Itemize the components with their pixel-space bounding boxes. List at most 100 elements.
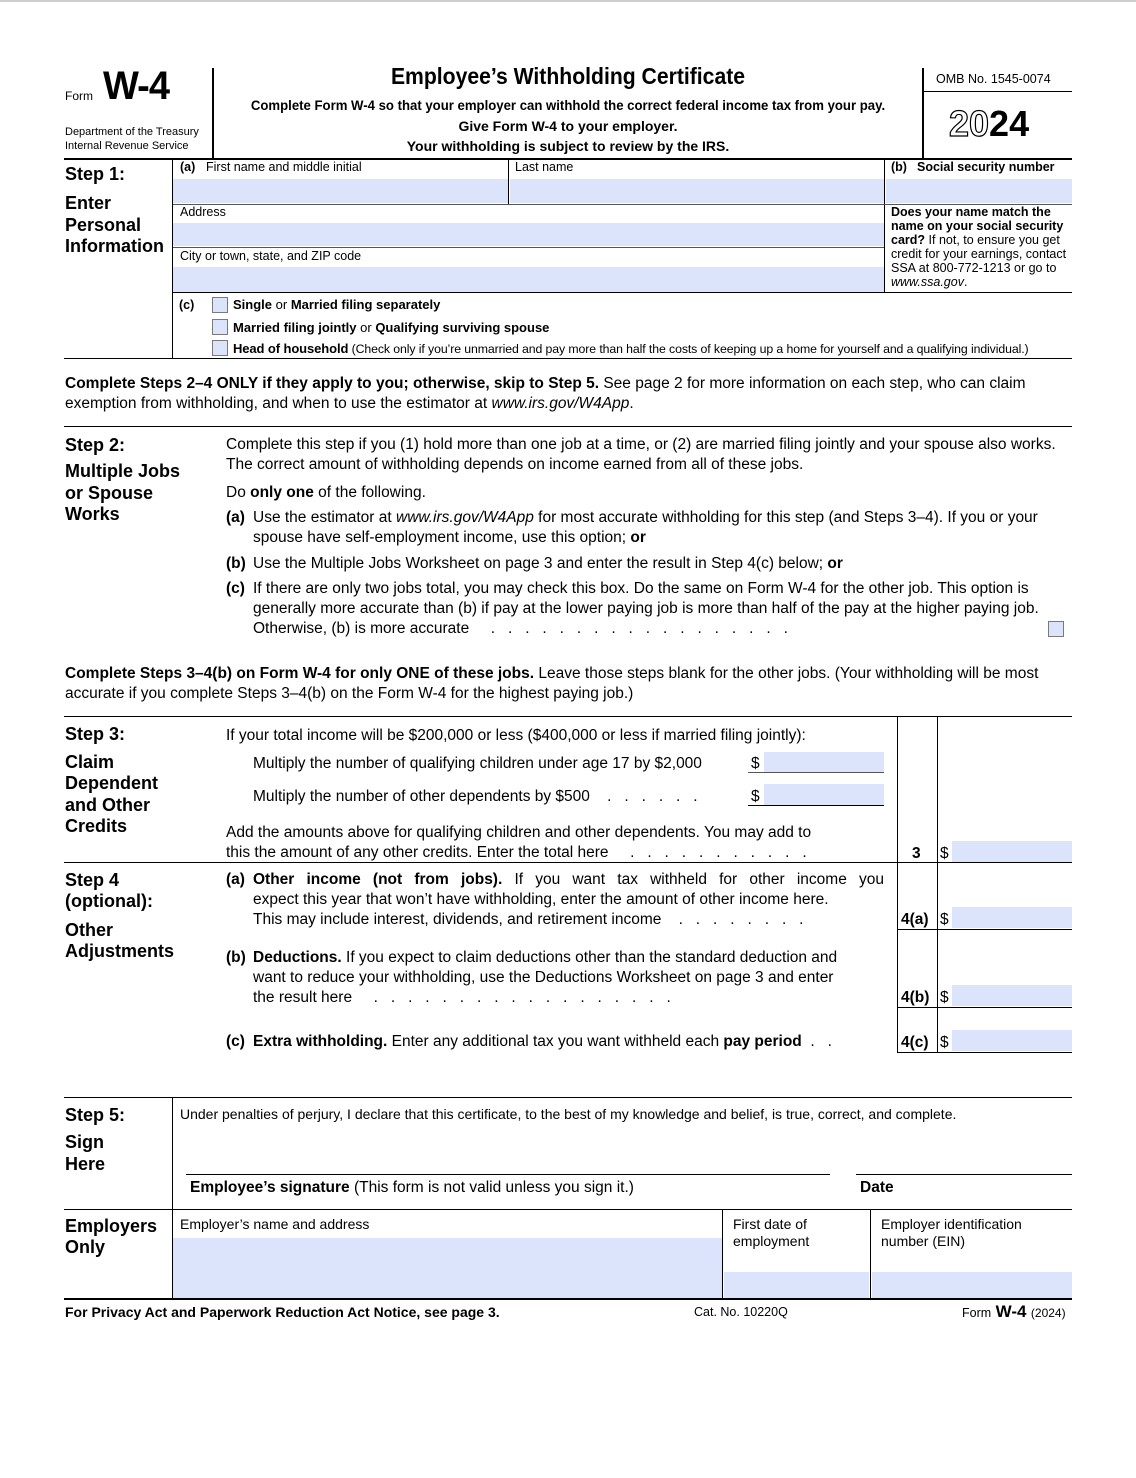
privacy-notice: For Privacy Act and Paperwork Reduction … xyxy=(65,1304,500,1320)
dept-treasury: Department of the Treasury xyxy=(65,126,199,138)
footer-form-id: Form W-4 (2024) xyxy=(962,1302,1066,1321)
form-name: W-4 xyxy=(103,64,170,108)
line-3-number: 3 xyxy=(912,845,921,862)
rule-top-employers xyxy=(64,1209,1072,1210)
step4b-line2: want to reduce your withholding, use the… xyxy=(253,969,834,986)
step3-heading: Step 3: xyxy=(65,724,126,744)
checkbox-married-jointly[interactable] xyxy=(212,319,228,335)
c-marker: (c) xyxy=(179,298,195,312)
a-marker: (a) xyxy=(180,160,196,174)
step3-total-line2: this the amount of any other credits. En… xyxy=(226,844,807,861)
date-label: Date xyxy=(860,1179,894,1196)
first-name-input[interactable] xyxy=(173,179,508,203)
city-state-zip-input[interactable] xyxy=(173,267,884,292)
checkbox-two-jobs[interactable] xyxy=(1048,621,1064,637)
ein-input[interactable] xyxy=(872,1272,1072,1298)
step3-sub3: and Other xyxy=(65,795,151,815)
steps-2-4-instructions: Complete Steps 2–4 ONLY if they apply to… xyxy=(65,375,1026,412)
line-number-column-right xyxy=(937,717,938,1053)
checkbox-single[interactable] xyxy=(212,297,228,313)
ein-border xyxy=(870,1210,871,1299)
step1-sub1: Enter xyxy=(65,193,112,213)
line-4a-number: 4(a) xyxy=(901,911,929,928)
qualifying-children-amount-input[interactable] xyxy=(764,752,884,772)
omb-divider xyxy=(923,91,1072,92)
children-dollar-sign: $ xyxy=(751,755,760,772)
other-income-input[interactable] xyxy=(952,907,1072,928)
checkbox-head-of-household[interactable] xyxy=(212,340,228,356)
first-name-label: First name and middle initial xyxy=(206,160,362,174)
step4-a-marker: (a) xyxy=(226,871,245,888)
other-dependents-label: Multiply the number of other dependents … xyxy=(253,788,698,805)
first-date-label: First date of employment xyxy=(733,1216,810,1249)
line-3-dollar: $ xyxy=(940,845,949,862)
line-number-column-left xyxy=(897,717,898,1053)
step5-heading: Step 5: xyxy=(65,1105,126,1125)
date-line xyxy=(856,1174,1072,1175)
tax-year: 2024 xyxy=(948,103,1029,144)
step4-sub1: Other xyxy=(65,920,114,940)
irs-name: Internal Revenue Service xyxy=(65,140,189,152)
ssn-label: Social security number xyxy=(917,160,1055,174)
step2-option-c: If there are only two jobs total, you ma… xyxy=(253,580,1039,637)
form-title: Employee’s Withholding Certificate xyxy=(390,63,746,89)
rule-after-4a xyxy=(897,929,1072,930)
w4app-link[interactable]: www.irs.gov/W4App xyxy=(492,395,630,412)
signature-label: Employee’s signature (This form is not v… xyxy=(190,1179,634,1196)
step4b-line1: Deductions. If you expect to claim deduc… xyxy=(253,949,838,966)
extra-withholding-input[interactable] xyxy=(952,1030,1072,1051)
other-dollar-sign: $ xyxy=(751,788,760,805)
rule-top-step2 xyxy=(64,426,1072,427)
ssn-input[interactable] xyxy=(886,179,1072,203)
signature-input[interactable] xyxy=(186,1140,830,1174)
step4-sub2: Adjustments xyxy=(65,941,175,961)
viewer-top-edge xyxy=(0,0,1136,2)
step2-sub1: Multiple Jobs xyxy=(65,461,181,481)
other-underline xyxy=(748,805,884,806)
rule-after-4b xyxy=(897,1007,1072,1008)
step4-c-marker: (c) xyxy=(226,1033,245,1050)
deductions-input[interactable] xyxy=(952,985,1072,1006)
step4b-line3: the result here . . . . . . . . . . . . … xyxy=(253,989,671,1006)
line-4b-dollar: $ xyxy=(940,989,949,1006)
subtitle-line-3: Your withholding is subject to review by… xyxy=(406,138,730,154)
qualifying-children-label: Multiply the number of qualifying childr… xyxy=(253,755,702,772)
w4app-link-2[interactable]: www.irs.gov/W4App xyxy=(396,509,534,526)
step4-b-marker: (b) xyxy=(226,949,246,966)
last-name-input[interactable] xyxy=(510,179,884,203)
step2-heading: Step 2: xyxy=(65,435,126,455)
step5-sub2: Here xyxy=(65,1154,106,1174)
address-input[interactable] xyxy=(173,223,884,246)
line-3-total-input[interactable] xyxy=(952,841,1072,862)
first-date-employment-input[interactable] xyxy=(724,1272,869,1298)
rule-after-address xyxy=(173,247,884,248)
employer-name-address-input[interactable] xyxy=(173,1238,722,1298)
omb-number: OMB No. 1545-0074 xyxy=(936,72,1051,86)
rule-before-filing-status xyxy=(173,292,1072,293)
step2-do-only-one: Do only one of the following. xyxy=(226,484,426,501)
catalog-number: Cat. No. 10220Q xyxy=(694,1305,788,1319)
step4a-line1: Other income (not from jobs). If you wan… xyxy=(253,871,884,888)
line-4c-number: 4(c) xyxy=(901,1034,929,1051)
signature-line xyxy=(186,1174,830,1175)
ssn-match-note: Does your name match the name on your so… xyxy=(891,205,1067,289)
other-dependents-amount-input[interactable] xyxy=(764,784,884,805)
step4a-line2: expect this year that won’t have withhol… xyxy=(253,891,829,908)
line-4a-dollar: $ xyxy=(940,911,949,928)
filing-status-married-jointly: Married filing jointly or Qualifying sur… xyxy=(233,320,550,335)
last-name-label: Last name xyxy=(515,160,574,174)
step3-sub4: Credits xyxy=(65,816,128,836)
step5-sub1: Sign xyxy=(65,1132,104,1152)
rule-after-4c xyxy=(897,1052,1072,1053)
ssa-link[interactable]: www.ssa.gov xyxy=(891,275,964,289)
ein-label: Employer identification number (EIN) xyxy=(881,1216,1022,1249)
step4-optional: (optional): xyxy=(65,891,153,911)
step3-sub1: Claim xyxy=(65,752,115,772)
steps-3-4b-instructions: Complete Steps 3–4(b) on Form W-4 for on… xyxy=(65,665,1039,702)
date-input[interactable] xyxy=(856,1140,1072,1174)
children-underline xyxy=(748,772,884,773)
step2-b-marker: (b) xyxy=(226,555,246,572)
step2-c-marker: (c) xyxy=(226,580,245,597)
step4-heading: Step 4 xyxy=(65,870,120,890)
employers-heading: Employers xyxy=(65,1216,158,1236)
